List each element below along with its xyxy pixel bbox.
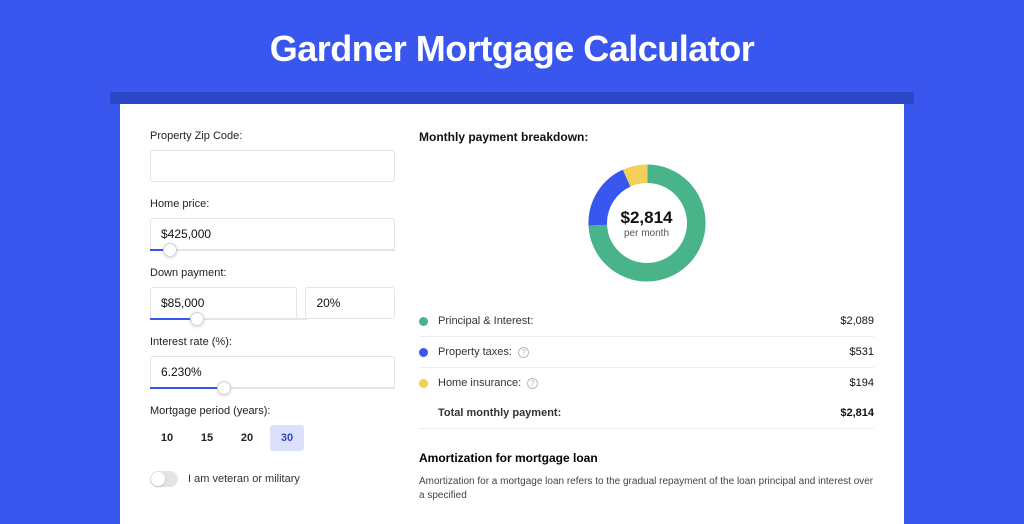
legend-dot	[419, 379, 428, 388]
legend-dot	[419, 317, 428, 326]
period-field: Mortgage period (years): 10152030	[150, 405, 395, 451]
info-icon[interactable]: ?	[527, 378, 538, 389]
legend-row: Property taxes:?$531	[419, 337, 874, 368]
accent-bar	[110, 92, 914, 104]
amortization-heading: Amortization for mortgage loan	[419, 451, 874, 465]
rate-field: Interest rate (%):	[150, 336, 395, 389]
calculator-card: Property Zip Code: Home price: Down paym…	[120, 104, 904, 524]
price-label: Home price:	[150, 198, 395, 210]
amortization-body: Amortization for a mortgage loan refers …	[419, 475, 874, 503]
total-row: Total monthly payment: $2,814	[419, 398, 874, 429]
info-icon[interactable]: ?	[518, 347, 529, 358]
legend-row: Principal & Interest:$2,089	[419, 306, 874, 337]
period-button-30[interactable]: 30	[270, 425, 304, 451]
legend-dot	[419, 348, 428, 357]
legend-label: Principal & Interest:	[438, 315, 840, 327]
veteran-row: I am veteran or military	[150, 471, 395, 487]
legend-label: Home insurance:?	[438, 377, 850, 389]
period-button-10[interactable]: 10	[150, 425, 184, 451]
down-slider-thumb[interactable]	[190, 312, 204, 326]
down-slider[interactable]	[150, 318, 307, 320]
period-button-15[interactable]: 15	[190, 425, 224, 451]
down-label: Down payment:	[150, 267, 395, 279]
down-amount-input[interactable]	[150, 287, 297, 319]
price-input[interactable]	[150, 218, 395, 250]
price-slider[interactable]	[150, 249, 395, 251]
legend-label: Property taxes:?	[438, 346, 850, 358]
donut-sub: per month	[624, 228, 669, 239]
legend-value: $194	[850, 377, 874, 389]
period-button-20[interactable]: 20	[230, 425, 264, 451]
legend-value: $2,089	[840, 315, 874, 327]
rate-slider-thumb[interactable]	[217, 381, 231, 395]
amortization-section: Amortization for mortgage loan Amortizat…	[419, 451, 874, 503]
legend-value: $531	[850, 346, 874, 358]
payment-donut-chart: $2,814 per month	[582, 158, 712, 288]
total-label: Total monthly payment:	[438, 407, 840, 419]
breakdown-panel: Monthly payment breakdown: $2,814 per mo…	[419, 130, 874, 524]
price-slider-thumb[interactable]	[163, 243, 177, 257]
down-percent-input[interactable]	[305, 287, 395, 319]
form-panel: Property Zip Code: Home price: Down paym…	[150, 130, 395, 524]
total-value: $2,814	[840, 407, 874, 419]
zip-input[interactable]	[150, 150, 395, 182]
donut-amount: $2,814	[621, 208, 673, 228]
period-label: Mortgage period (years):	[150, 405, 395, 417]
veteran-toggle[interactable]	[150, 471, 178, 487]
breakdown-heading: Monthly payment breakdown:	[419, 130, 874, 144]
price-field: Home price:	[150, 198, 395, 251]
rate-label: Interest rate (%):	[150, 336, 395, 348]
rate-slider[interactable]	[150, 387, 395, 389]
zip-label: Property Zip Code:	[150, 130, 395, 142]
veteran-label: I am veteran or military	[188, 473, 300, 485]
legend-row: Home insurance:?$194	[419, 368, 874, 398]
zip-field: Property Zip Code:	[150, 130, 395, 182]
rate-input[interactable]	[150, 356, 395, 388]
down-field: Down payment:	[150, 267, 395, 320]
page-title: Gardner Mortgage Calculator	[0, 0, 1024, 92]
